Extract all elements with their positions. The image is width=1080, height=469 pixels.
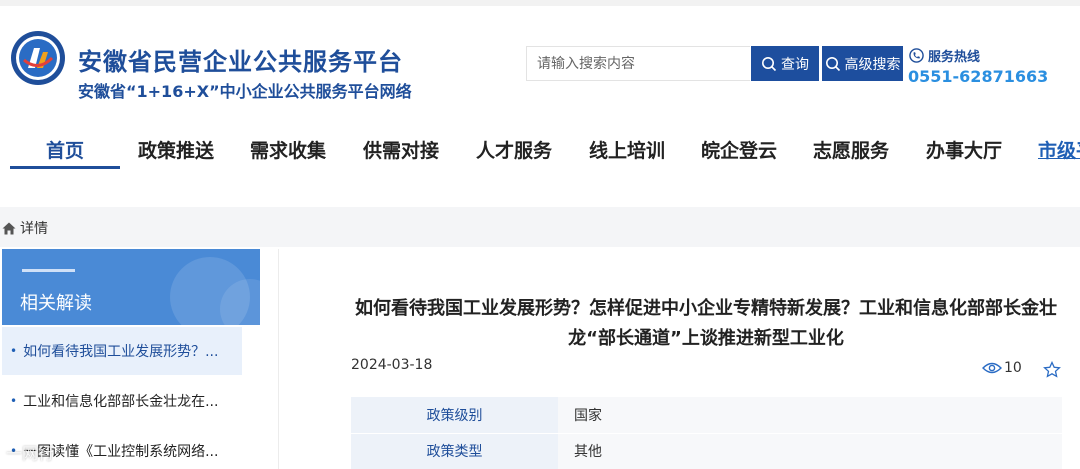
table-row: 政策级别 国家 (351, 397, 1062, 434)
breadcrumb-band (0, 207, 1080, 247)
search-button[interactable]: 查询 (751, 46, 819, 81)
watermark: 一网行 (6, 444, 55, 463)
site-subtitle: 安徽省“1+16+X”中小企业公共服务平台网络 (78, 82, 412, 101)
nav-item-demand-collection[interactable]: 需求收集 (250, 136, 326, 163)
hotline-label: 服务热线 (909, 46, 980, 65)
platform-logo-icon (11, 31, 65, 85)
site-title: 安徽省民营企业公共服务平台 (78, 48, 403, 76)
table-row: 政策类型 其他 (351, 433, 1062, 469)
favorite-star-icon[interactable] (1043, 361, 1061, 379)
policy-type-value: 其他 (558, 433, 1062, 469)
hotline-label-text: 服务热线 (928, 50, 981, 65)
advanced-search-button[interactable]: 高级搜索 (822, 46, 903, 81)
hotline-number: 0551-62871663 (908, 67, 1049, 86)
sidebar-header-bar (22, 269, 75, 272)
nav-item-talent-service[interactable]: 人才服务 (476, 136, 552, 163)
bullet-icon: • (10, 394, 18, 408)
nav-item-online-training[interactable]: 线上培训 (589, 136, 665, 163)
search-input[interactable] (526, 46, 750, 81)
sidebar-title: 相关解读 (20, 293, 92, 314)
eye-icon (982, 362, 1002, 374)
view-count: 10 (982, 360, 1022, 376)
nav-item-home[interactable]: 首页 (46, 136, 84, 163)
article-date: 2024-03-18 (351, 357, 433, 373)
policy-level-value: 国家 (558, 397, 1062, 434)
nav-item-city-platform[interactable]: 市级平 (1038, 136, 1080, 163)
related-item-label: 如何看待我国工业发展形势？... (23, 344, 219, 360)
nav-active-indicator (10, 166, 120, 169)
search-icon (825, 56, 840, 71)
related-item[interactable]: • 如何看待我国工业发展形势？... (2, 327, 242, 375)
top-strip (0, 0, 1080, 6)
view-count-value: 10 (1004, 360, 1022, 376)
related-item[interactable]: • 工业和信息化部部长金壮龙在... (2, 377, 242, 425)
main-nav: 首页 政策推送 需求收集 供需对接 人才服务 线上培训 皖企登云 志愿服务 办事… (0, 128, 1080, 172)
content-divider (278, 249, 279, 469)
policy-level-key: 政策级别 (351, 397, 558, 434)
sidebar-header: 相关解读 (2, 249, 260, 325)
phone-icon (909, 48, 924, 63)
search-button-label: 查询 (781, 56, 809, 73)
nav-item-cloud[interactable]: 皖企登云 (701, 136, 777, 163)
nav-item-volunteer[interactable]: 志愿服务 (813, 136, 889, 163)
policy-info-table: 政策级别 国家 政策类型 其他 (351, 397, 1062, 469)
article-title: 如何看待我国工业发展形势？怎样促进中小企业专精特新发展？工业和信息化部部长金壮龙… (355, 298, 1057, 349)
nav-item-supply-demand[interactable]: 供需对接 (363, 136, 439, 163)
policy-type-key: 政策类型 (351, 433, 558, 469)
nav-item-policy-push[interactable]: 政策推送 (138, 136, 214, 163)
home-icon[interactable] (2, 222, 16, 235)
related-item-label: 工业和信息化部部长金壮龙在... (23, 394, 219, 410)
nav-item-service-hall[interactable]: 办事大厅 (926, 136, 1002, 163)
breadcrumb-current: 详情 (20, 221, 48, 237)
search-icon (762, 56, 777, 71)
advanced-search-label: 高级搜索 (844, 56, 901, 73)
bullet-icon: • (10, 344, 18, 358)
breadcrumb: 详情 (2, 218, 48, 238)
